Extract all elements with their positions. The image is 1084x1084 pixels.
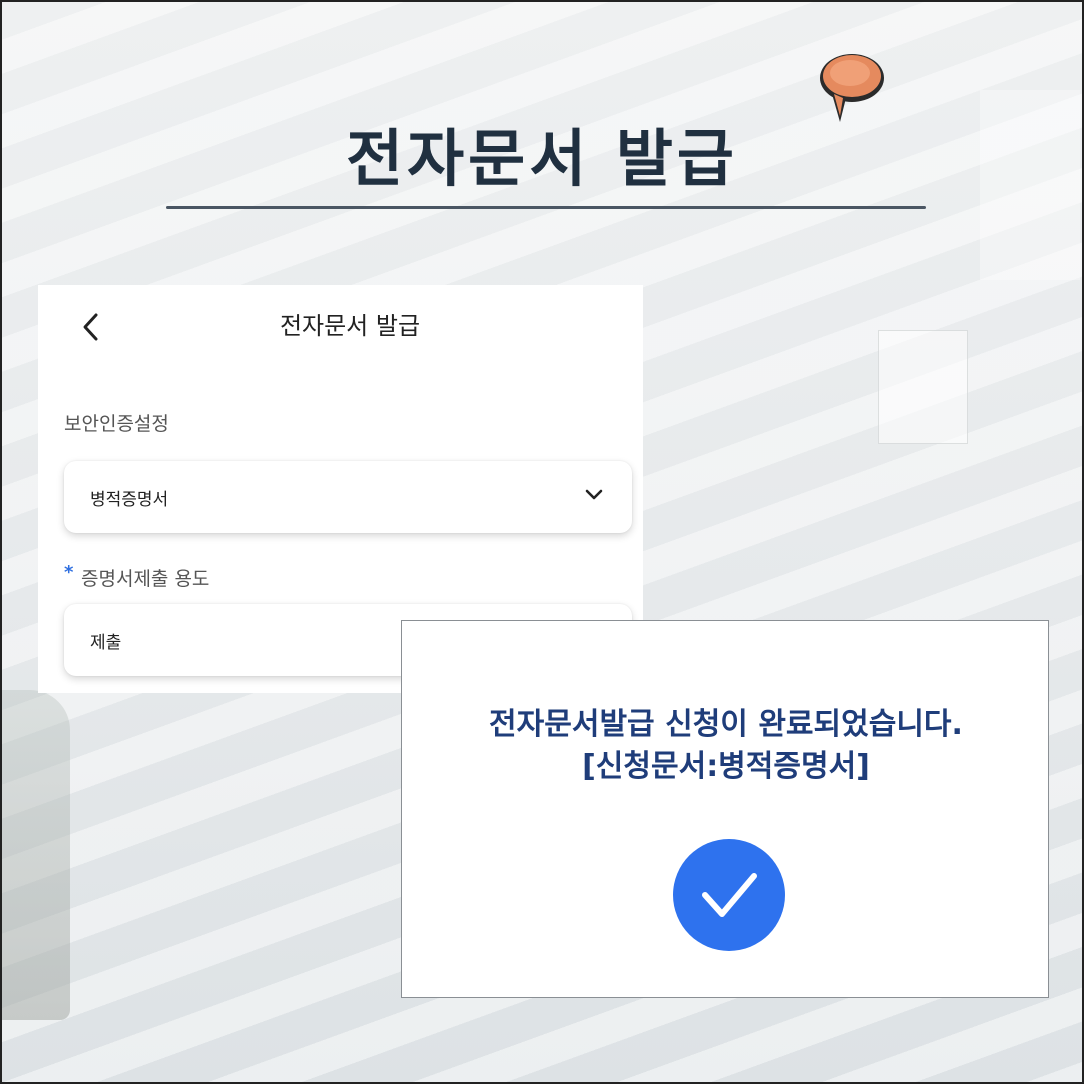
purpose-value: 제출 — [90, 633, 122, 653]
purpose-label: 증명서제출 용도 — [81, 568, 210, 590]
background-picture-frame — [878, 330, 968, 444]
background-plant — [0, 690, 70, 1020]
select-value: 병적증명서 — [90, 490, 169, 510]
headline-underline — [166, 206, 926, 209]
certificate-type-select[interactable]: 병적증명서 — [64, 461, 632, 533]
completion-message: 전자문서발급 신청이 완료되었습니다. — [489, 707, 963, 742]
screen-title: 전자문서 발급 — [279, 312, 421, 340]
back-arrow-icon[interactable] — [80, 312, 102, 342]
required-mark: * — [64, 562, 74, 583]
pushpin-icon — [820, 54, 884, 122]
page-headline: 전자문서 발급 — [346, 122, 738, 195]
check-circle-icon — [673, 839, 785, 951]
applied-document: [신청문서:병적증명서] — [582, 749, 870, 784]
chevron-down-icon — [585, 489, 603, 500]
security-setting-label: 보안인증설정 — [64, 413, 169, 435]
completion-popup: 전자문서발급 신청이 완료되었습니다. [신청문서:병적증명서] — [401, 620, 1049, 998]
